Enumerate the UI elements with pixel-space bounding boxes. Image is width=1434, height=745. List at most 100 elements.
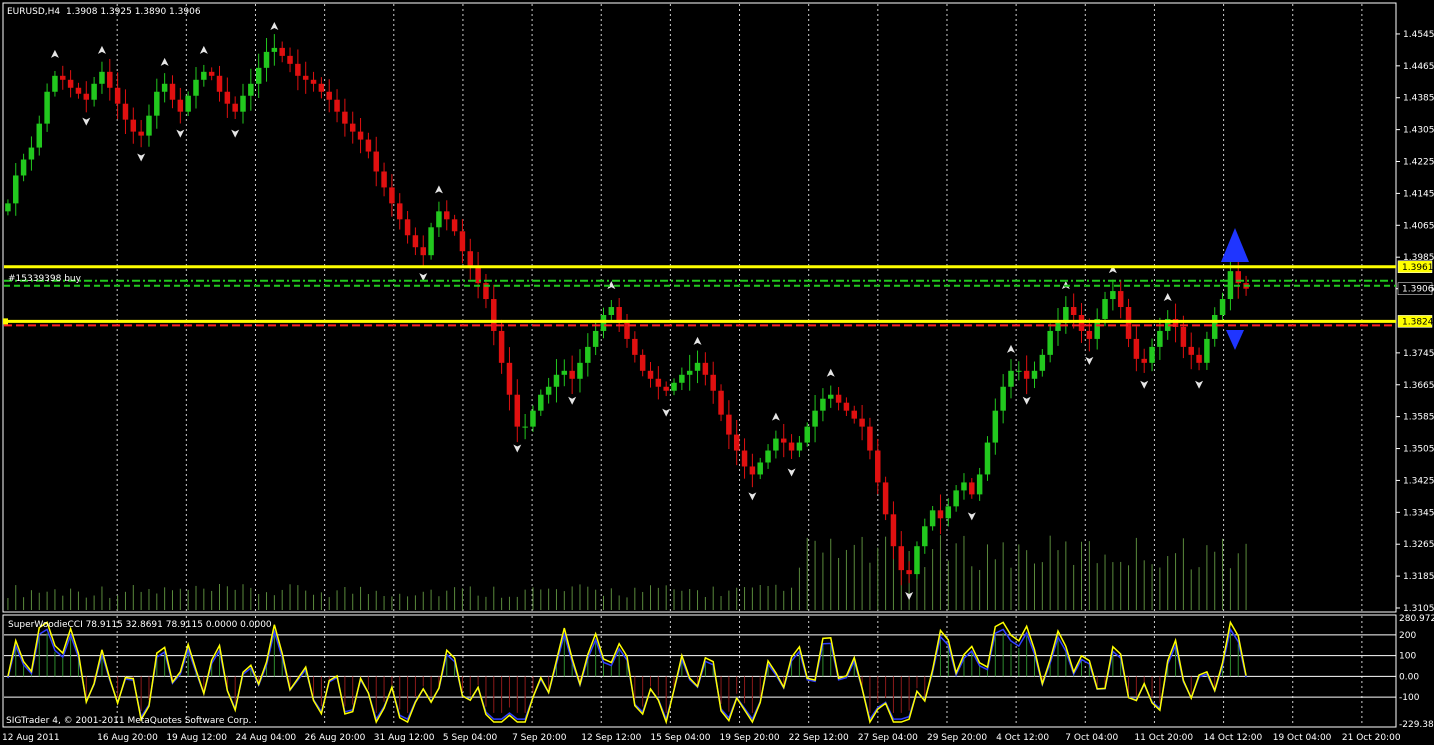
candle-body: [357, 131, 364, 140]
time-tick-label: 11 Oct 20:00: [1134, 733, 1193, 743]
candle-body: [1157, 330, 1163, 347]
candle-body: [44, 91, 50, 124]
cci-tick-label: 200: [1399, 631, 1416, 641]
candle-body: [248, 83, 254, 96]
fractal-down-icon: [967, 512, 976, 521]
candle-body: [686, 370, 693, 375]
candle-body: [632, 338, 638, 355]
price-tick-label: 1.3665: [1403, 381, 1434, 391]
price-tick-label: 1.3505: [1403, 445, 1434, 455]
price-chart[interactable]: EURUSD,H4 1.3908 1.3925 1.3890 1.3906 #1…: [0, 0, 1434, 745]
fractal-up-icon: [1163, 293, 1172, 302]
cci-tick-label: -229.38: [1399, 720, 1434, 730]
candle-body: [404, 219, 411, 236]
fractal-up-icon: [199, 45, 208, 54]
candle-body: [702, 362, 709, 375]
candle-body: [1141, 358, 1147, 363]
candle-body: [843, 402, 850, 411]
price-tick-label: 1.3185: [1403, 572, 1434, 582]
time-tick-label: 29 Sep 20:00: [927, 733, 987, 743]
candle-body: [224, 91, 231, 104]
candle-body: [451, 219, 458, 232]
price-tick-label: 1.3585: [1403, 413, 1434, 423]
candle-body: [20, 159, 27, 176]
candle-body: [1125, 307, 1132, 339]
fractal-up-icon: [270, 21, 279, 30]
price-axis: 1.4545 1.4465 1.4385 1.4305 1.4225 1.4145 1.40…: [1396, 30, 1434, 614]
candle-body: [1008, 370, 1014, 387]
candle-body: [459, 231, 466, 252]
candle-body: [1055, 322, 1061, 331]
candle-body: [1211, 314, 1218, 339]
candle-body: [420, 247, 426, 256]
candle-body: [961, 482, 967, 491]
candle-body: [60, 75, 66, 80]
candle-body: [694, 362, 701, 371]
time-tick-label: 5 Sep 04:00: [443, 733, 498, 743]
candle-body: [13, 175, 19, 204]
candle-body: [161, 83, 168, 92]
candle-body: [498, 330, 505, 363]
candle-body: [349, 123, 356, 132]
candle-body: [804, 426, 810, 443]
order-label[interactable]: #15339398 buy: [8, 274, 82, 284]
candle-body: [99, 71, 105, 84]
time-tick-label: 26 Aug 20:00: [305, 733, 366, 743]
candle-body: [1149, 346, 1155, 363]
candle-body: [859, 418, 865, 427]
candle-body: [302, 75, 309, 80]
candle-body: [334, 99, 340, 112]
time-tick-label: 24 Aug 04:00: [235, 733, 296, 743]
candle-body: [373, 151, 379, 172]
candle-body: [671, 382, 677, 391]
candle-body: [381, 171, 387, 188]
candle-body: [710, 374, 716, 391]
candle-body: [757, 462, 763, 475]
candle-body: [1031, 370, 1038, 379]
fractal-down-icon: [82, 117, 91, 126]
candle-body: [937, 510, 944, 519]
candle-body: [1102, 299, 1108, 319]
copyright-text: SIGTrader 4, © 2001-2011 MetaQuotes Soft…: [6, 716, 251, 726]
candle-body: [1070, 307, 1077, 315]
time-tick-label: 4 Oct 12:00: [996, 733, 1049, 743]
fractal-down-icon: [1022, 396, 1031, 405]
buy-signal-arrow-icon: [1221, 228, 1249, 262]
candle-body: [240, 95, 246, 112]
time-tick-label: 14 Oct 12:00: [1204, 733, 1263, 743]
price-tick-label: 1.4065: [1403, 221, 1434, 231]
candle-body: [914, 546, 920, 575]
terminal-chart-window: EURUSD,H4 1.3908 1.3925 1.3890 1.3906 #1…: [0, 0, 1434, 745]
price-tick-label: 1.3265: [1403, 540, 1434, 550]
lower-level-marker-label: 1.3824: [1402, 317, 1434, 327]
time-tick-label: 19 Oct 04:00: [1273, 733, 1332, 743]
candle-body: [796, 442, 803, 451]
price-tick-label: 1.4385: [1403, 94, 1434, 104]
fractal-up-icon: [771, 412, 780, 421]
time-tick-label: 21 Oct 20:00: [1342, 733, 1401, 743]
fractal-up-icon: [160, 57, 169, 66]
candle-body: [28, 147, 35, 160]
fractal-up-icon: [97, 45, 106, 54]
candle-body: [733, 434, 740, 451]
volume-histogram: [7, 535, 1247, 610]
upper-level-marker-label: 1.3961: [1402, 263, 1434, 273]
candle-body: [232, 103, 238, 112]
candle-body: [1078, 314, 1085, 331]
candle-body: [201, 71, 207, 80]
candle-body: [208, 71, 215, 76]
time-tick-label: 27 Sep 04:00: [858, 733, 918, 743]
fractal-up-icon: [693, 336, 702, 345]
sell-signal-arrow-icon: [1226, 330, 1244, 350]
level-lines[interactable]: [3, 265, 1396, 327]
candle-body: [820, 398, 826, 411]
fractal-down-icon: [231, 129, 240, 138]
candle-body: [718, 390, 724, 415]
candle-body: [389, 187, 395, 204]
candle-body: [522, 426, 528, 428]
candle-body: [906, 570, 912, 575]
candle-body: [1196, 354, 1202, 363]
candle-body: [835, 394, 842, 403]
candle-body: [295, 63, 301, 76]
candle-body: [788, 442, 795, 451]
